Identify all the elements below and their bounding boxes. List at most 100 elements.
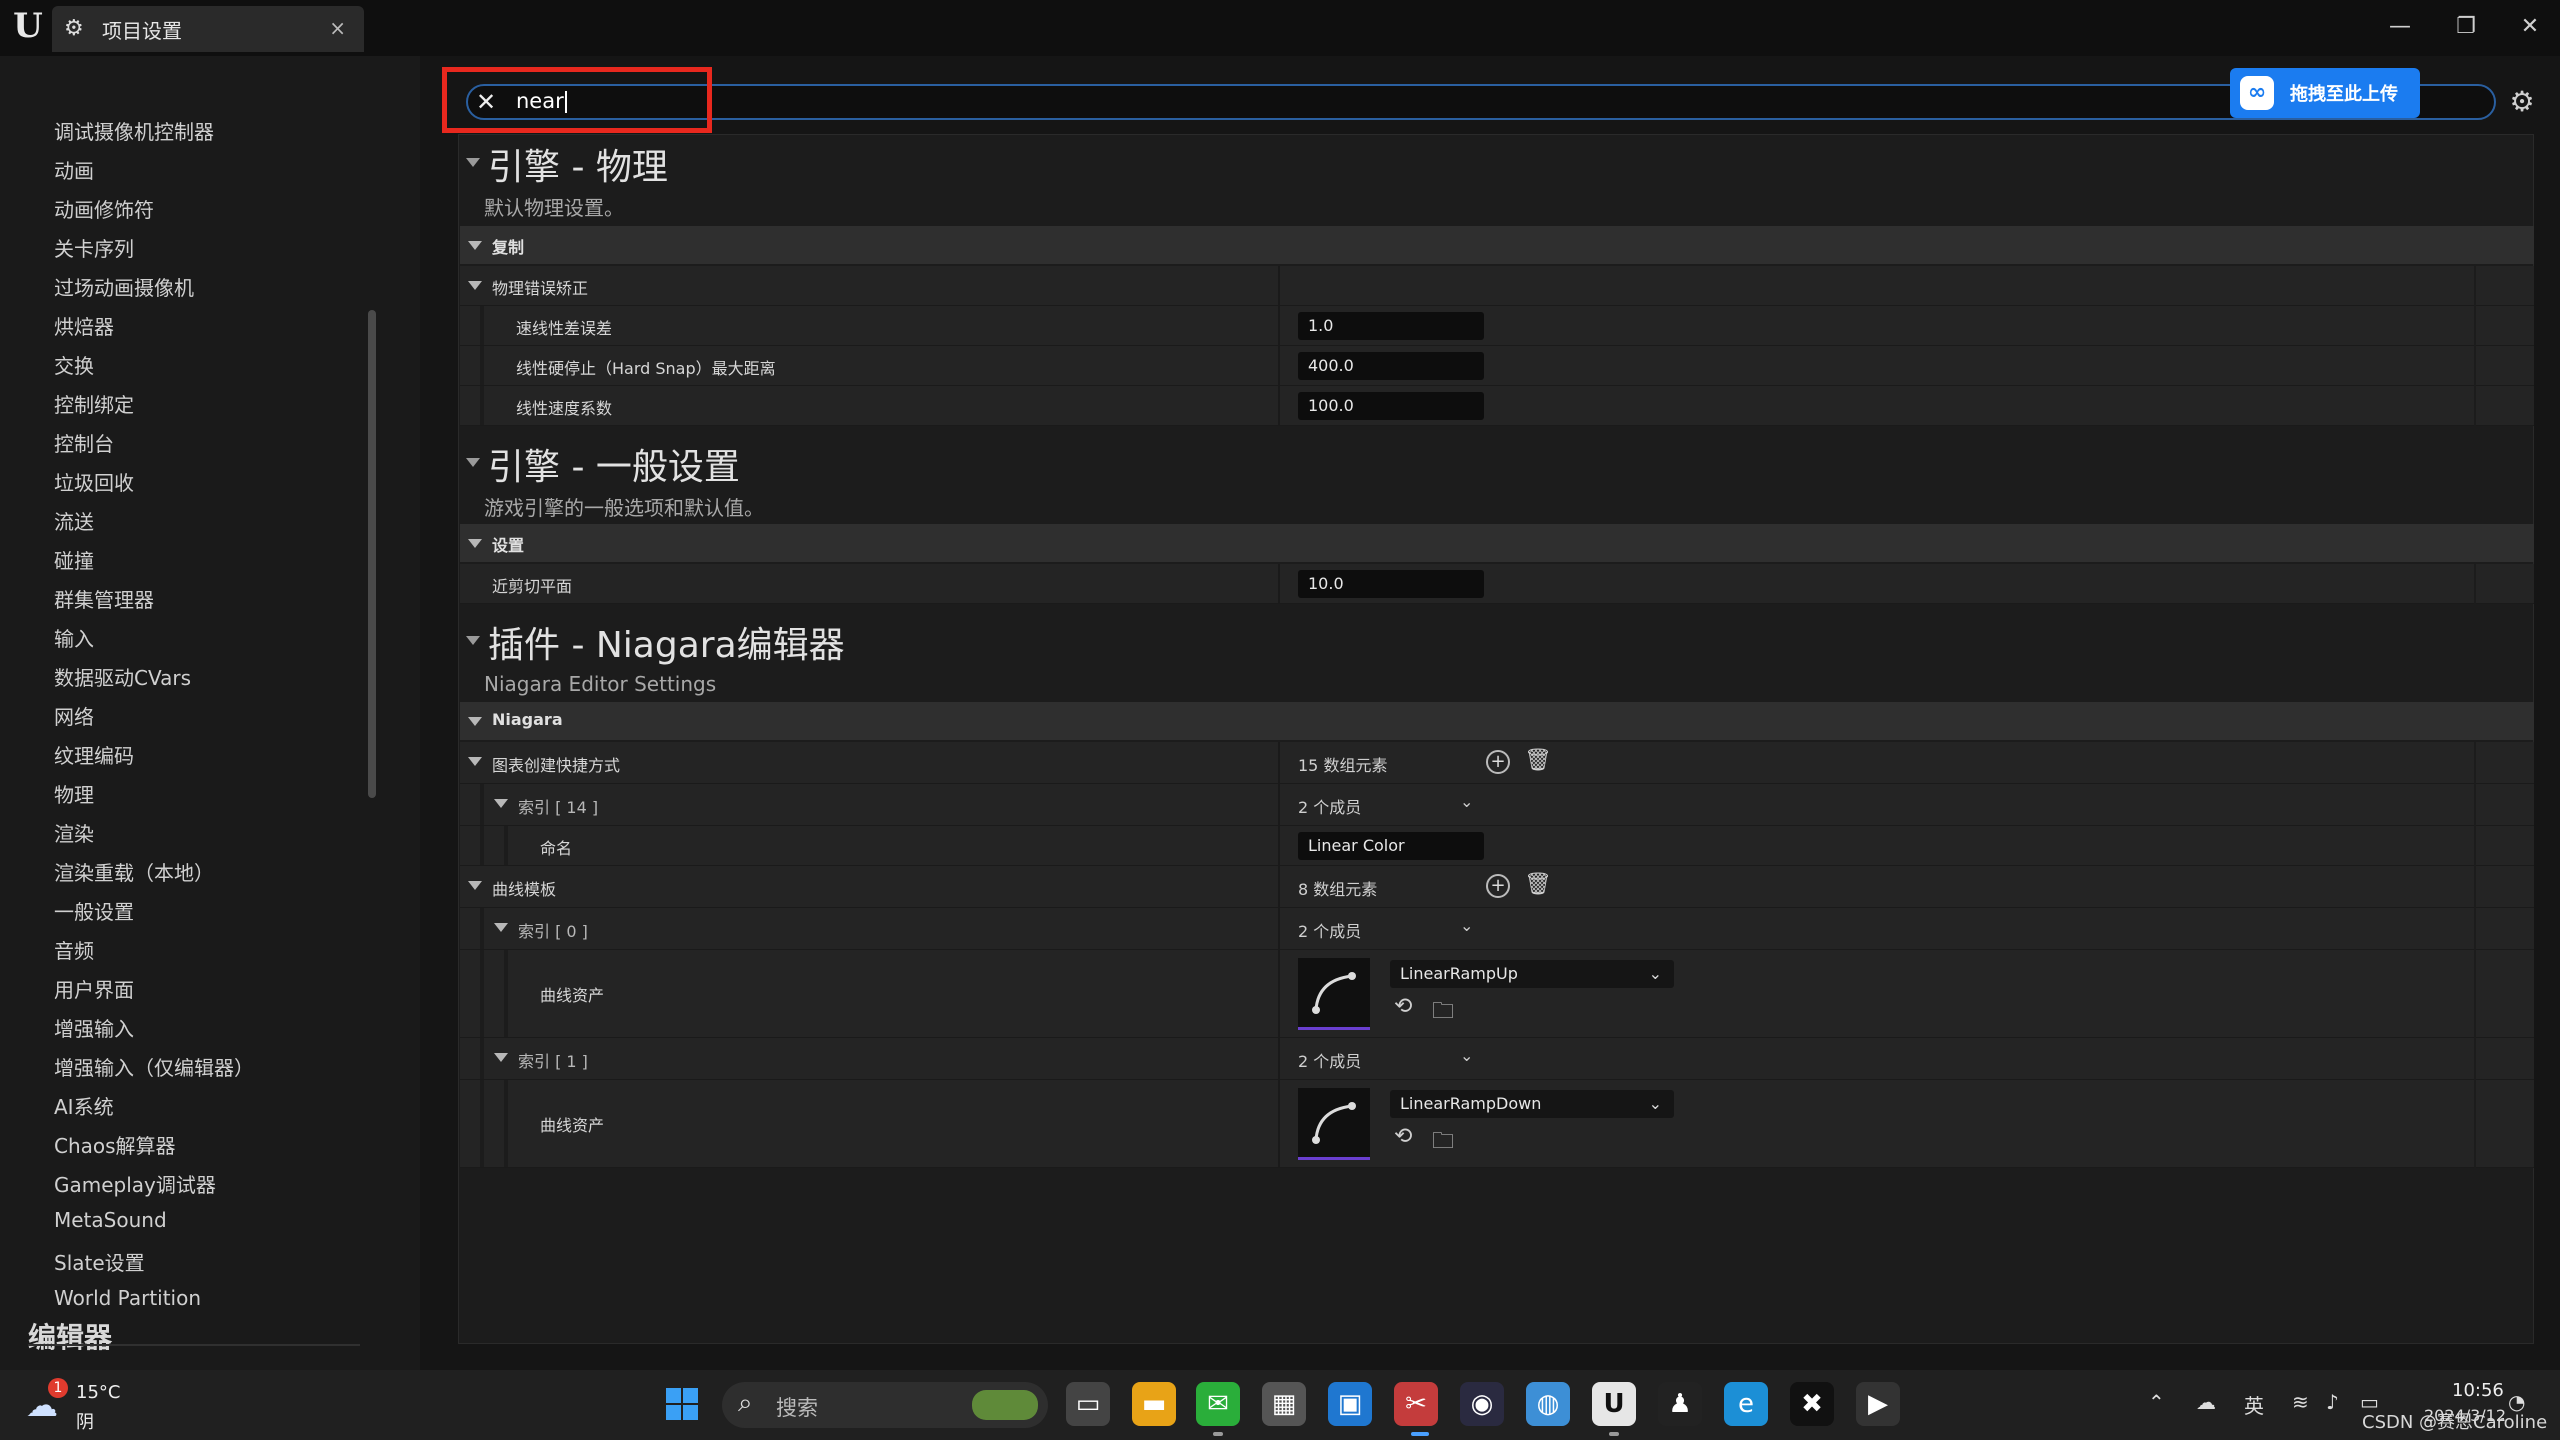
sidebar-item[interactable]: Slate设置 <box>54 1247 145 1276</box>
collapse-arrow-icon[interactable] <box>466 158 480 167</box>
add-element-icon[interactable]: + <box>1486 874 1510 898</box>
sidebar-item[interactable]: 增强输入（仅编辑器） <box>54 1052 254 1081</box>
column-divider[interactable] <box>1278 306 1280 345</box>
qq-icon[interactable]: ♟ <box>1658 1382 1702 1426</box>
column-divider[interactable] <box>1278 742 1280 783</box>
sidebar-item[interactable]: 纹理编码 <box>54 740 134 769</box>
windows-start-icon[interactable] <box>660 1382 704 1426</box>
sidebar-item[interactable]: 动画修饰符 <box>54 194 154 223</box>
sidebar-item[interactable]: 流送 <box>54 506 94 535</box>
curve-thumbnail[interactable] <box>1298 1088 1370 1160</box>
number-field[interactable]: 400.0 <box>1298 352 1484 380</box>
sidebar-item[interactable]: 控制台 <box>54 428 114 457</box>
trash-icon[interactable]: 🗑 <box>1524 872 1552 897</box>
sidebar-item[interactable]: 输入 <box>54 623 94 652</box>
column-divider[interactable] <box>1278 866 1280 907</box>
sidebar-item[interactable]: World Partition <box>54 1286 201 1310</box>
browse-folder-icon[interactable]: 🗀 <box>1432 1124 1454 1162</box>
clock-time[interactable]: 10:56 <box>2452 1380 2504 1401</box>
text-field[interactable]: Linear Color <box>1298 832 1484 860</box>
number-field[interactable]: 10.0 <box>1298 570 1484 598</box>
onedrive-icon[interactable]: ☁ <box>2196 1390 2216 1414</box>
unreal-engine-icon[interactable]: U <box>1592 1382 1636 1426</box>
snipping-tool-icon[interactable]: ✂ <box>1394 1382 1438 1426</box>
chevron-down-icon[interactable]: ⌄ <box>1460 916 1473 935</box>
tab-close-icon[interactable]: × <box>329 16 346 40</box>
sidebar-item[interactable]: 烘焙器 <box>54 311 114 340</box>
sidebar-item[interactable]: 增强输入 <box>54 1013 134 1042</box>
sidebar-item[interactable]: 渲染重载（本地） <box>54 857 214 886</box>
sidebar-item[interactable]: 过场动画摄像机 <box>54 272 194 301</box>
add-element-icon[interactable]: + <box>1486 750 1510 774</box>
gear-icon[interactable]: ⚙ <box>2506 86 2538 118</box>
column-divider[interactable] <box>1278 266 1280 305</box>
collapse-arrow-icon[interactable] <box>466 458 480 467</box>
app-icon[interactable]: ▦ <box>1262 1382 1306 1426</box>
restore-button[interactable]: ❐ <box>2446 10 2486 44</box>
sidebar-item[interactable]: 一般设置 <box>54 896 134 925</box>
column-divider[interactable] <box>1278 1080 1280 1167</box>
column-divider[interactable] <box>1278 386 1280 425</box>
category-row-settings[interactable]: 设置 <box>460 524 2534 562</box>
input-language[interactable]: 英 <box>2244 1390 2264 1419</box>
sidebar-item[interactable]: 垃圾回收 <box>54 467 134 496</box>
wechat-icon[interactable]: ✉ <box>1196 1382 1240 1426</box>
use-selected-icon[interactable]: ⟲ <box>1394 1124 1412 1149</box>
sidebar-section-editor[interactable]: 编辑器 <box>28 1316 112 1356</box>
column-divider[interactable] <box>1278 1038 1280 1079</box>
app-icon[interactable]: ◉ <box>1460 1382 1504 1426</box>
drag-upload-button[interactable]: ∞ 拖拽至此上传 <box>2230 68 2420 118</box>
use-selected-icon[interactable]: ⟲ <box>1394 994 1412 1019</box>
sidebar-item[interactable]: AI系统 <box>54 1091 114 1120</box>
column-divider[interactable] <box>1278 826 1280 865</box>
column-divider[interactable] <box>1278 908 1280 949</box>
task-view-icon[interactable]: ▭ <box>1066 1382 1110 1426</box>
trash-icon[interactable]: 🗑 <box>1524 748 1552 773</box>
sidebar-scrollbar[interactable] <box>368 310 376 798</box>
sidebar-item[interactable]: 网络 <box>54 701 94 730</box>
curve-asset-picker[interactable]: LinearRampDown ⌄ <box>1390 1090 1674 1118</box>
sidebar-item[interactable]: 调试摄像机控制器 <box>54 116 214 145</box>
curve-asset-picker[interactable]: LinearRampUp ⌄ <box>1390 960 1674 988</box>
category-row-niagara[interactable]: Niagara <box>460 702 2534 740</box>
edge-icon[interactable]: e <box>1724 1382 1768 1426</box>
sidebar-item[interactable]: 群集管理器 <box>54 584 154 613</box>
number-field[interactable]: 100.0 <box>1298 392 1484 420</box>
sidebar-item[interactable]: 控制绑定 <box>54 389 134 418</box>
sidebar-item[interactable]: Gameplay调试器 <box>54 1169 216 1198</box>
sidebar-item[interactable]: 音频 <box>54 935 94 964</box>
number-field[interactable]: 1.0 <box>1298 312 1484 340</box>
close-window-button[interactable]: ✕ <box>2510 10 2550 44</box>
file-explorer-icon[interactable]: ▬ <box>1132 1382 1176 1426</box>
array-index-row[interactable]: 索引 [ 1 ] 2 个成员 ⌄ <box>460 1038 2474 1080</box>
column-divider[interactable] <box>1278 346 1280 385</box>
sidebar-item[interactable]: 物理 <box>54 779 94 808</box>
sidebar-item[interactable]: 数据驱动CVars <box>54 662 191 691</box>
sidebar-item[interactable]: 交换 <box>54 350 94 379</box>
unreal-logo-icon[interactable]: U <box>8 6 48 46</box>
array-index-row[interactable]: 索引 [ 14 ] 2 个成员 ⌄ <box>460 784 2474 826</box>
array-index-row[interactable]: 索引 [ 0 ] 2 个成员 ⌄ <box>460 908 2474 950</box>
sidebar-item[interactable]: 渲染 <box>54 818 94 847</box>
browser-icon[interactable]: ◍ <box>1526 1382 1570 1426</box>
volume-icon[interactable]: ♪ <box>2326 1390 2339 1414</box>
array-row-curve-templates[interactable]: 曲线模板 8 数组元素 + 🗑 <box>460 866 2474 908</box>
media-player-icon[interactable]: ▶ <box>1856 1382 1900 1426</box>
chevron-down-icon[interactable]: ⌄ <box>1460 792 1473 811</box>
sidebar-item[interactable]: 关卡序列 <box>54 233 134 262</box>
group-row-physics-error-correction[interactable]: 物理错误矫正 <box>460 266 2474 306</box>
chevron-up-icon[interactable]: ⌃ <box>2148 1390 2165 1414</box>
chevron-down-icon[interactable]: ⌄ <box>1460 1046 1473 1065</box>
browse-folder-icon[interactable]: 🗀 <box>1432 994 1454 1032</box>
wifi-icon[interactable]: ≋ <box>2292 1390 2309 1414</box>
minimize-button[interactable]: — <box>2380 10 2420 44</box>
array-row-graph-shortcuts[interactable]: 图表创建快捷方式 15 数组元素 + 🗑 <box>460 742 2474 784</box>
sidebar-item[interactable]: 动画 <box>54 155 94 184</box>
sidebar-item[interactable]: 用户界面 <box>54 974 134 1003</box>
tab-project-settings[interactable]: ⚙ 项目设置 × <box>52 6 364 52</box>
curve-thumbnail[interactable] <box>1298 958 1370 1030</box>
column-divider[interactable] <box>1278 564 1280 603</box>
collapse-arrow-icon[interactable] <box>466 636 480 645</box>
category-row-replication[interactable]: 复制 <box>460 226 2534 264</box>
search-input[interactable] <box>466 84 2496 120</box>
